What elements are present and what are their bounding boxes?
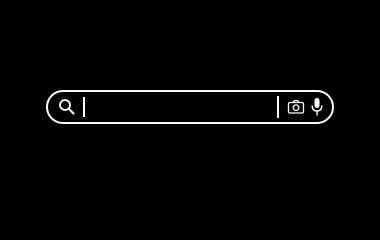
search-input[interactable] xyxy=(82,96,272,118)
divider xyxy=(277,96,279,118)
camera-icon[interactable] xyxy=(287,98,305,116)
text-cursor xyxy=(83,97,85,117)
search-bar[interactable] xyxy=(46,90,334,124)
search-icon[interactable] xyxy=(58,98,76,116)
microphone-icon[interactable] xyxy=(311,97,323,117)
screen xyxy=(0,0,380,213)
